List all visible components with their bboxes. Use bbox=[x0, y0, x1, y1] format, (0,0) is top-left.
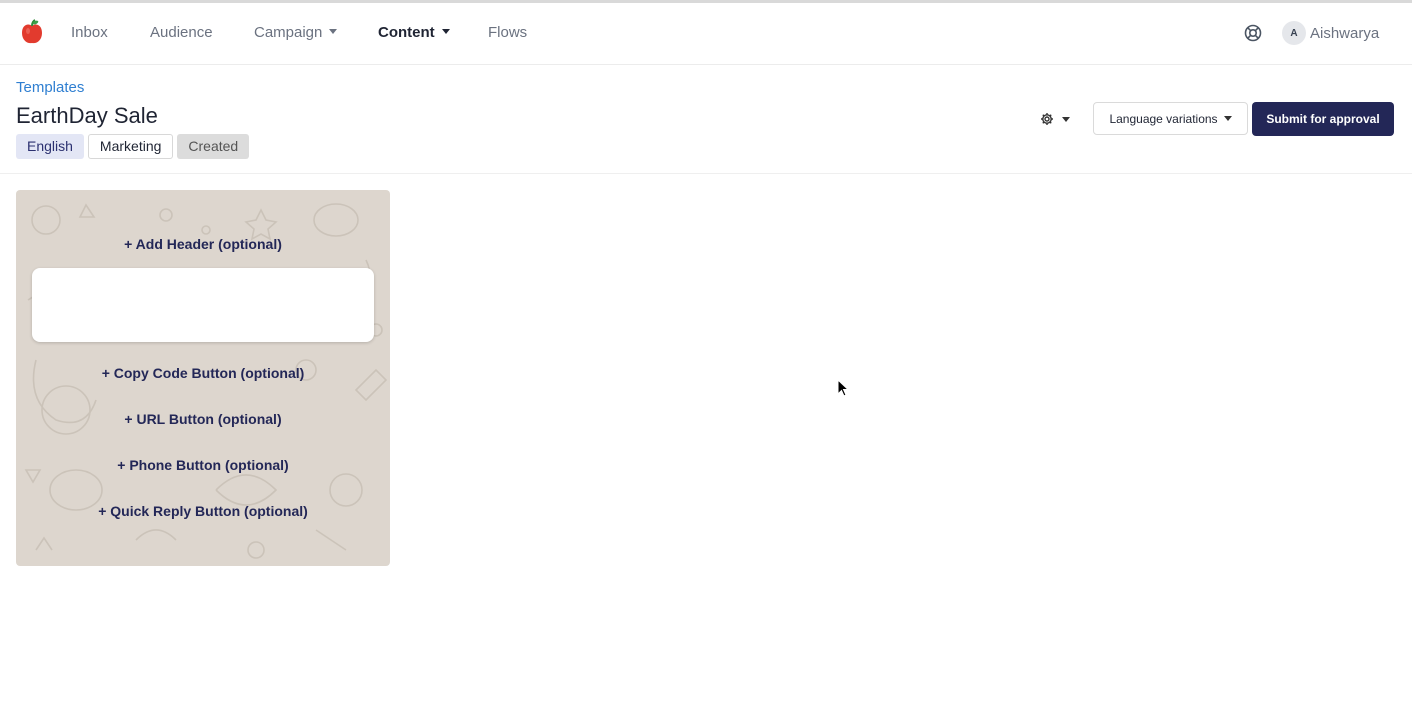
chevron-down-icon bbox=[441, 28, 450, 34]
message-body-input[interactable] bbox=[32, 268, 374, 342]
add-url-button-link[interactable]: + URL Button (optional) bbox=[16, 411, 390, 427]
breadcrumb-templates[interactable]: Templates bbox=[16, 79, 84, 96]
chevron-down-icon bbox=[329, 28, 338, 34]
template-tags: English Marketing Created bbox=[16, 134, 253, 159]
category-badge: Marketing bbox=[87, 134, 174, 159]
language-badge: English bbox=[16, 134, 84, 159]
language-variations-label: Language variations bbox=[1109, 111, 1218, 126]
add-quick-reply-button-link[interactable]: + Quick Reply Button (optional) bbox=[16, 503, 390, 519]
top-navbar: Inbox Audience Campaign Content Flows A … bbox=[0, 3, 1412, 65]
status-badge: Created bbox=[177, 134, 250, 159]
avatar: A bbox=[1282, 21, 1306, 45]
submit-for-approval-button[interactable]: Submit for approval bbox=[1252, 102, 1394, 136]
add-header-link[interactable]: + Add Header (optional) bbox=[16, 236, 390, 252]
nav-audience[interactable]: Audience bbox=[150, 24, 213, 42]
nav-campaign[interactable]: Campaign bbox=[254, 24, 338, 42]
nav-flows[interactable]: Flows bbox=[488, 24, 527, 42]
header-divider bbox=[0, 173, 1412, 174]
add-copy-code-button-link[interactable]: + Copy Code Button (optional) bbox=[16, 365, 390, 381]
language-variations-button[interactable]: Language variations bbox=[1093, 102, 1248, 135]
user-name: Aishwarya bbox=[1310, 24, 1380, 42]
chevron-down-icon bbox=[1062, 116, 1070, 122]
user-menu[interactable]: A Aishwarya bbox=[1282, 21, 1379, 45]
mouse-cursor-icon bbox=[837, 379, 849, 397]
lifebuoy-icon[interactable] bbox=[1244, 24, 1262, 42]
chevron-down-icon bbox=[1223, 116, 1232, 121]
add-phone-button-link[interactable]: + Phone Button (optional) bbox=[16, 457, 390, 473]
settings-dropdown[interactable] bbox=[1040, 110, 1070, 128]
apple-logo[interactable] bbox=[20, 19, 44, 45]
nav-content[interactable]: Content bbox=[378, 24, 450, 42]
template-editor: + Add Header (optional) + Copy Code Butt… bbox=[16, 190, 390, 566]
gear-icon bbox=[1041, 113, 1053, 125]
nav-inbox[interactable]: Inbox bbox=[71, 24, 108, 42]
page-title: EarthDay Sale bbox=[16, 103, 158, 128]
